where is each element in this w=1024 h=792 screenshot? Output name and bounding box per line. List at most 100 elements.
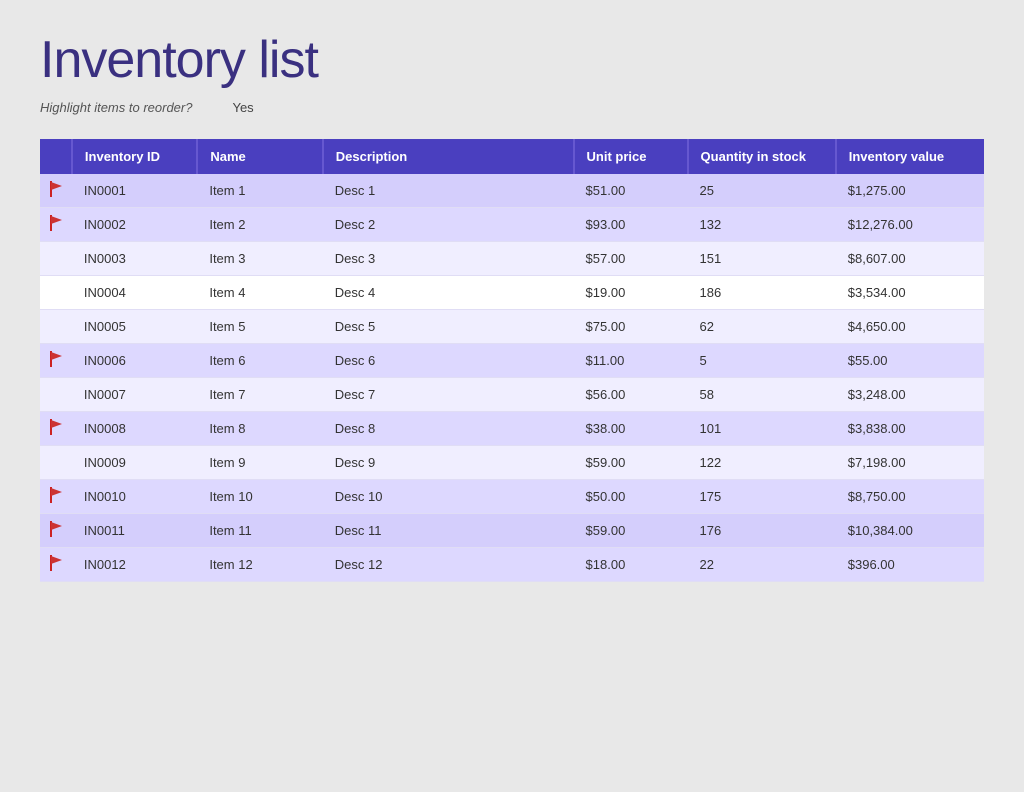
cell-value: $8,750.00	[836, 480, 984, 514]
table-row: IN0009Item 9Desc 9$59.00122$7,198.00	[40, 446, 984, 480]
flag-cell	[40, 344, 72, 378]
cell-id: IN0010	[72, 480, 197, 514]
inventory-table: Inventory ID Name Description Unit price…	[40, 139, 984, 582]
highlight-value: Yes	[232, 100, 253, 115]
cell-name: Item 9	[197, 446, 322, 480]
flag-icon	[49, 185, 63, 200]
cell-value: $3,534.00	[836, 276, 984, 310]
cell-qty: 25	[688, 174, 836, 208]
cell-desc: Desc 6	[323, 344, 574, 378]
cell-qty: 175	[688, 480, 836, 514]
cell-id: IN0012	[72, 548, 197, 582]
flag-icon	[49, 355, 63, 370]
cell-value: $1,275.00	[836, 174, 984, 208]
cell-qty: 58	[688, 378, 836, 412]
cell-desc: Desc 9	[323, 446, 574, 480]
flag-icon	[49, 559, 63, 574]
col-header-flag	[40, 139, 72, 174]
cell-value: $8,607.00	[836, 242, 984, 276]
cell-id: IN0009	[72, 446, 197, 480]
cell-desc: Desc 11	[323, 514, 574, 548]
cell-price: $59.00	[574, 446, 688, 480]
cell-value: $7,198.00	[836, 446, 984, 480]
flag-cell	[40, 242, 72, 276]
cell-name: Item 1	[197, 174, 322, 208]
cell-qty: 5	[688, 344, 836, 378]
highlight-label: Highlight items to reorder?	[40, 100, 192, 115]
cell-value: $10,384.00	[836, 514, 984, 548]
flag-cell	[40, 480, 72, 514]
cell-value: $396.00	[836, 548, 984, 582]
cell-price: $57.00	[574, 242, 688, 276]
col-header-name: Name	[197, 139, 322, 174]
cell-qty: 101	[688, 412, 836, 446]
cell-qty: 132	[688, 208, 836, 242]
cell-id: IN0003	[72, 242, 197, 276]
flag-icon	[49, 525, 63, 540]
col-header-value: Inventory value	[836, 139, 984, 174]
table-header-row: Inventory ID Name Description Unit price…	[40, 139, 984, 174]
cell-id: IN0008	[72, 412, 197, 446]
cell-price: $59.00	[574, 514, 688, 548]
cell-name: Item 8	[197, 412, 322, 446]
flag-cell	[40, 208, 72, 242]
cell-name: Item 2	[197, 208, 322, 242]
cell-desc: Desc 7	[323, 378, 574, 412]
col-header-desc: Description	[323, 139, 574, 174]
cell-price: $50.00	[574, 480, 688, 514]
flag-cell	[40, 412, 72, 446]
cell-value: $55.00	[836, 344, 984, 378]
flag-cell	[40, 310, 72, 344]
cell-desc: Desc 2	[323, 208, 574, 242]
table-row: IN0012Item 12Desc 12$18.0022$396.00	[40, 548, 984, 582]
col-header-id: Inventory ID	[72, 139, 197, 174]
highlight-row: Highlight items to reorder? Yes	[40, 100, 984, 115]
flag-cell	[40, 548, 72, 582]
flag-cell	[40, 276, 72, 310]
cell-name: Item 6	[197, 344, 322, 378]
cell-price: $51.00	[574, 174, 688, 208]
cell-price: $19.00	[574, 276, 688, 310]
table-row: IN0005Item 5Desc 5$75.0062$4,650.00	[40, 310, 984, 344]
cell-id: IN0007	[72, 378, 197, 412]
cell-qty: 22	[688, 548, 836, 582]
col-header-price: Unit price	[574, 139, 688, 174]
cell-id: IN0004	[72, 276, 197, 310]
flag-icon	[49, 219, 63, 234]
flag-cell	[40, 446, 72, 480]
cell-qty: 62	[688, 310, 836, 344]
table-row: IN0007Item 7Desc 7$56.0058$3,248.00	[40, 378, 984, 412]
cell-desc: Desc 4	[323, 276, 574, 310]
cell-name: Item 10	[197, 480, 322, 514]
cell-id: IN0011	[72, 514, 197, 548]
cell-value: $12,276.00	[836, 208, 984, 242]
cell-id: IN0006	[72, 344, 197, 378]
cell-name: Item 5	[197, 310, 322, 344]
cell-name: Item 4	[197, 276, 322, 310]
cell-value: $3,838.00	[836, 412, 984, 446]
cell-price: $18.00	[574, 548, 688, 582]
cell-desc: Desc 1	[323, 174, 574, 208]
cell-name: Item 12	[197, 548, 322, 582]
table-row: IN0002Item 2Desc 2$93.00132$12,276.00	[40, 208, 984, 242]
cell-desc: Desc 8	[323, 412, 574, 446]
flag-icon	[49, 423, 63, 438]
cell-qty: 186	[688, 276, 836, 310]
page-title: Inventory list	[40, 30, 984, 90]
cell-price: $75.00	[574, 310, 688, 344]
cell-desc: Desc 3	[323, 242, 574, 276]
cell-id: IN0002	[72, 208, 197, 242]
cell-price: $93.00	[574, 208, 688, 242]
table-row: IN0006Item 6Desc 6$11.005$55.00	[40, 344, 984, 378]
table-row: IN0003Item 3Desc 3$57.00151$8,607.00	[40, 242, 984, 276]
cell-name: Item 11	[197, 514, 322, 548]
page: Inventory list Highlight items to reorde…	[0, 0, 1024, 792]
cell-qty: 122	[688, 446, 836, 480]
col-header-qty: Quantity in stock	[688, 139, 836, 174]
flag-cell	[40, 174, 72, 208]
cell-qty: 176	[688, 514, 836, 548]
cell-id: IN0005	[72, 310, 197, 344]
flag-icon	[49, 491, 63, 506]
cell-value: $3,248.00	[836, 378, 984, 412]
cell-price: $38.00	[574, 412, 688, 446]
